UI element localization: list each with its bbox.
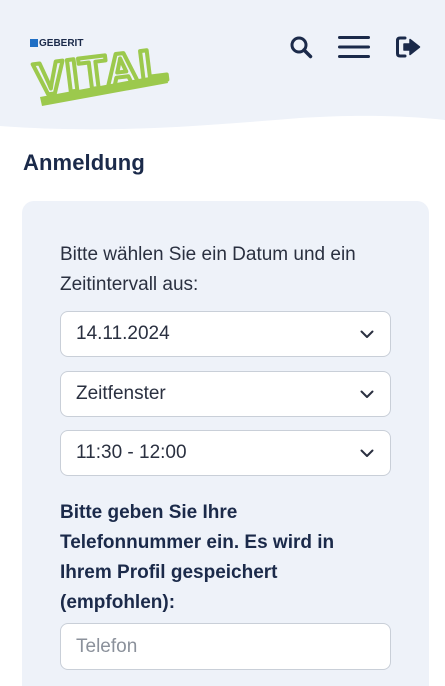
menu-icon <box>338 36 370 58</box>
time-window-select-value: Zeitfenster <box>76 383 166 404</box>
date-select-value: 14.11.2024 <box>76 323 170 344</box>
time-slot-select-value: 11:30 - 12:00 <box>76 442 187 463</box>
time-window-select[interactable]: Zeitfenster <box>60 371 391 417</box>
time-slot-select[interactable]: 11:30 - 12:00 <box>60 430 391 476</box>
search-button[interactable] <box>286 33 316 61</box>
page-title: Anmeldung <box>23 150 145 175</box>
geberit-vital-logo[interactable]: GEBERIT VITAL <box>28 28 170 110</box>
logo-square <box>30 39 38 47</box>
phone-input[interactable] <box>60 623 391 670</box>
date-time-instruction: Bitte wählen Sie ein Datum und ein Zeiti… <box>60 244 356 295</box>
search-icon <box>290 36 313 59</box>
logout-icon <box>396 36 421 58</box>
chevron-down-icon <box>358 328 376 340</box>
logout-button[interactable] <box>394 33 424 61</box>
chevron-down-icon <box>358 388 376 400</box>
menu-button[interactable] <box>338 33 370 61</box>
chevron-down-icon <box>358 447 376 459</box>
logo-maker-text: GEBERIT <box>39 38 83 49</box>
date-select[interactable]: 14.11.2024 <box>60 311 391 357</box>
phone-prompt: Bitte geben Sie Ihre Telefonnummer ein. … <box>60 502 335 613</box>
